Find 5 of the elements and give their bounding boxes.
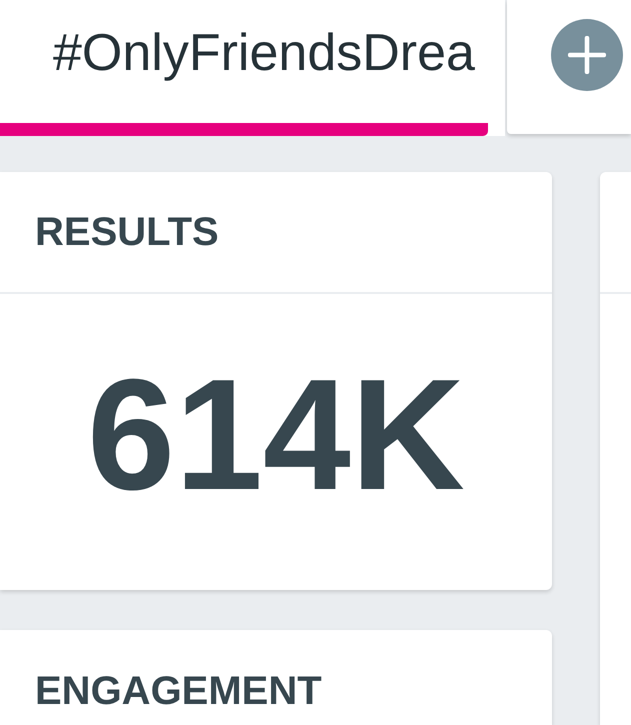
metric-value: 614K (87, 356, 465, 514)
card-title: ENGAGEMENT (35, 668, 322, 714)
tab[interactable]: #OnlyFriendsDrea (0, 0, 505, 136)
plus-icon (568, 36, 606, 74)
card-title: RESULTS (35, 209, 219, 255)
